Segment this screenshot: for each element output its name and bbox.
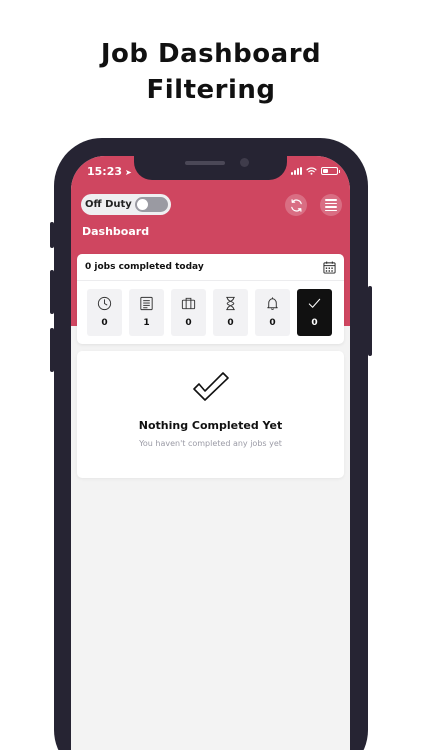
duty-switch[interactable] <box>135 197 168 212</box>
switch-knob <box>137 199 148 210</box>
filter-scheduled[interactable]: 0 <box>87 289 122 336</box>
refresh-icon <box>290 198 302 212</box>
menu-button[interactable] <box>320 194 342 216</box>
clock-icon <box>97 296 112 311</box>
jobs-summary-card: 0 jobs completed today 0 1 0 0 0 0 <box>77 254 344 344</box>
filter-count: 0 <box>185 318 192 328</box>
list-icon <box>140 296 153 311</box>
headline-line-1: Job Dashboard <box>100 39 322 69</box>
marketing-headline: Job Dashboard Filtering <box>0 36 422 108</box>
filter-count: 0 <box>101 318 108 328</box>
filter-count: 0 <box>227 318 234 328</box>
status-bar-time: 15:23 ➤ <box>87 165 132 178</box>
filter-completed[interactable]: 0 <box>297 289 332 336</box>
job-filter-bar: 0 1 0 0 0 0 <box>87 289 332 336</box>
empty-state-subtitle: You haven't completed any jobs yet <box>139 439 282 448</box>
empty-state-title: Nothing Completed Yet <box>138 419 283 432</box>
checkmark-icon <box>193 372 229 401</box>
duty-toggle[interactable]: Off Duty <box>81 194 171 215</box>
sync-button[interactable] <box>285 194 307 216</box>
calendar-icon[interactable] <box>323 261 336 274</box>
phone-power-button <box>368 286 372 356</box>
phone-notch <box>134 156 287 180</box>
app-screen: 15:23 ➤ Off Duty Dashboard 0 jobs comple… <box>71 156 350 750</box>
filter-count: 0 <box>311 318 318 328</box>
time-text: 15:23 <box>87 165 123 178</box>
card-divider <box>77 280 344 281</box>
filter-count: 1 <box>143 318 150 328</box>
front-camera <box>240 158 249 167</box>
checkmark-icon <box>308 298 321 308</box>
bell-icon <box>267 297 278 310</box>
duty-toggle-label: Off Duty <box>85 199 132 210</box>
hamburger-menu-icon <box>325 199 337 211</box>
battery-icon <box>321 167 340 175</box>
status-bar-icons <box>291 167 340 175</box>
filter-list[interactable]: 1 <box>129 289 164 336</box>
wifi-icon <box>306 167 317 175</box>
briefcase-icon <box>181 297 196 310</box>
empty-state-card: Nothing Completed Yet You haven't comple… <box>77 351 344 478</box>
filter-in-progress[interactable]: 0 <box>171 289 206 336</box>
headline-line-2: Filtering <box>146 75 276 105</box>
filter-waiting[interactable]: 0 <box>213 289 248 336</box>
cellular-signal-icon <box>291 167 302 175</box>
filter-alerts[interactable]: 0 <box>255 289 290 336</box>
hourglass-icon <box>226 296 235 311</box>
filter-count: 0 <box>269 318 276 328</box>
page-title: Dashboard <box>82 225 150 238</box>
location-arrow-icon: ➤ <box>125 168 132 177</box>
jobs-completed-summary: 0 jobs completed today <box>85 262 204 272</box>
speaker-grille <box>185 161 225 165</box>
